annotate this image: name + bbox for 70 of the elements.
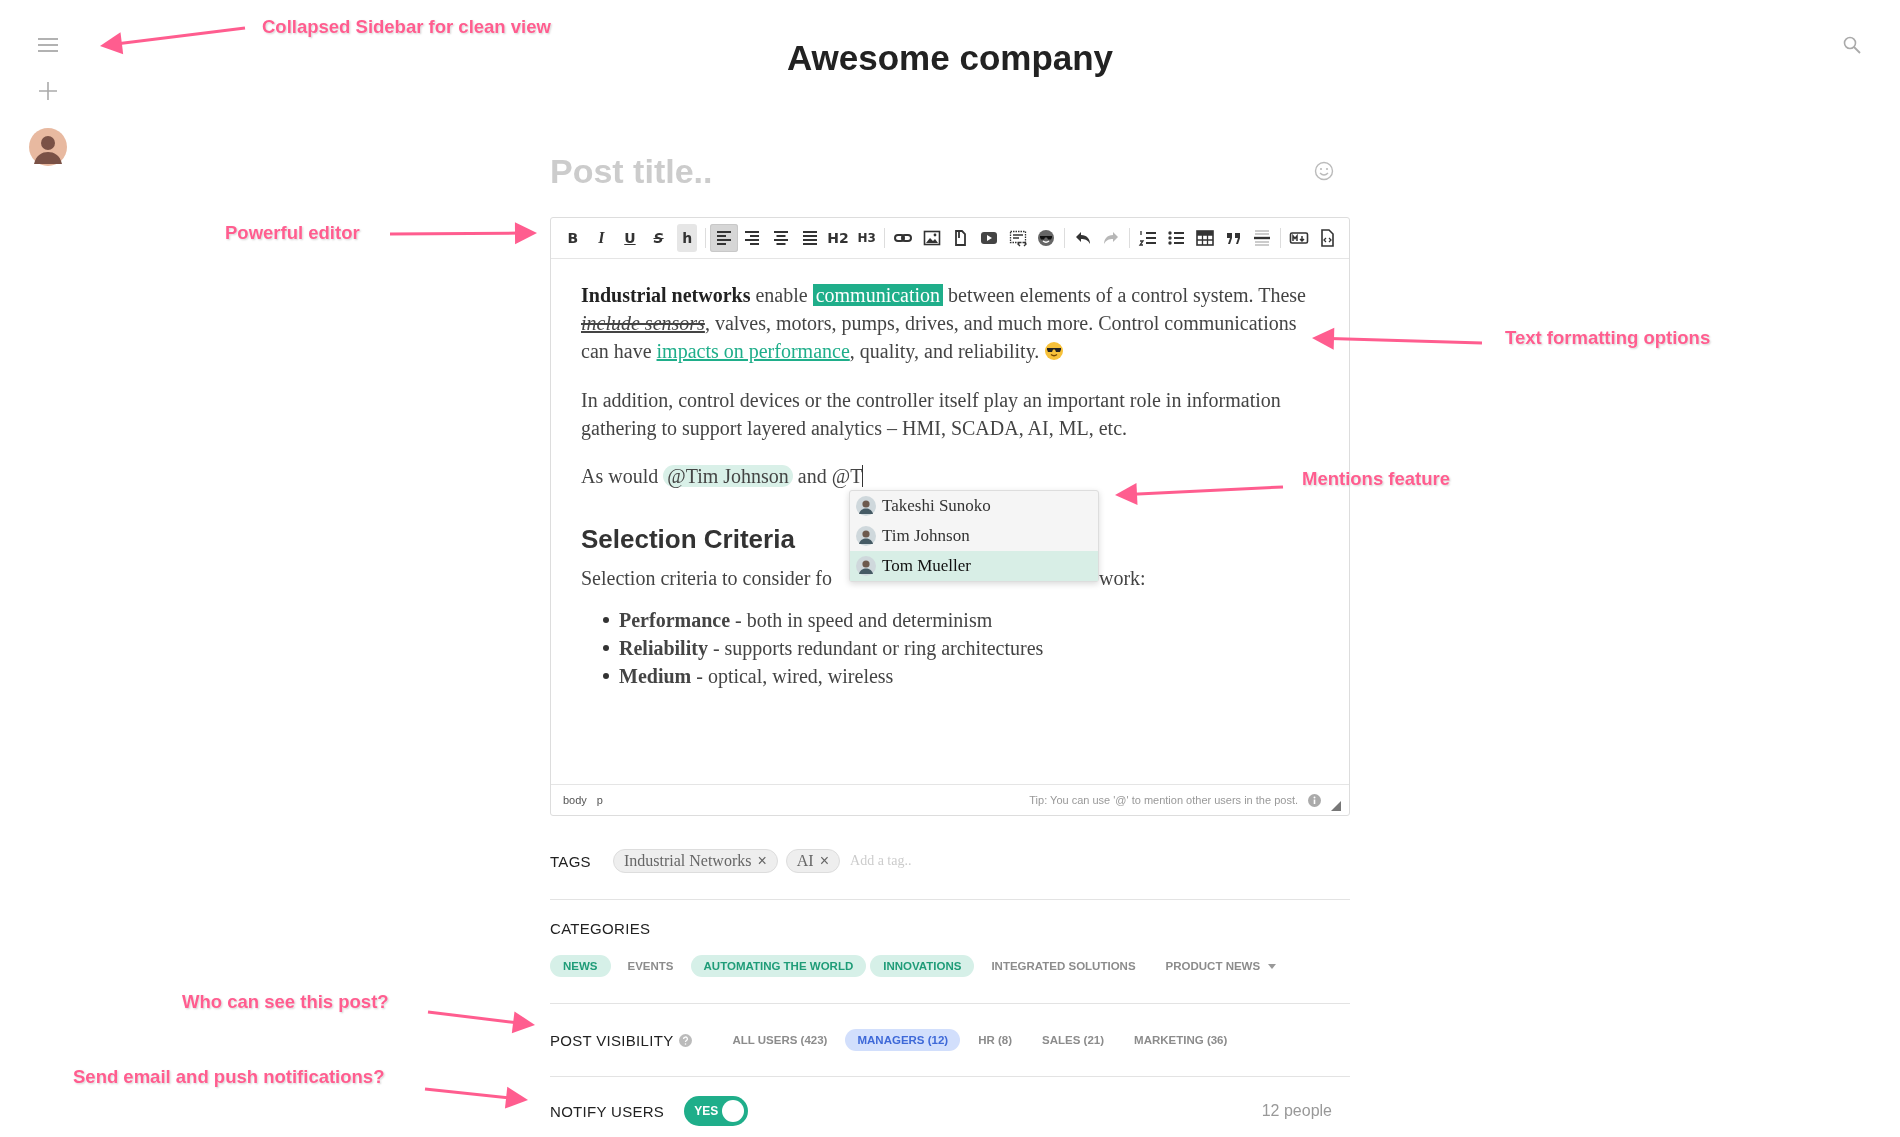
visibility-option[interactable]: ALL USERS (423) [720, 1029, 840, 1051]
sunglasses-smiley-icon [1044, 341, 1065, 361]
table-icon [1195, 228, 1215, 248]
image-icon [921, 228, 942, 248]
annotation-label: Mentions feature [1302, 468, 1451, 490]
visibility-option[interactable]: SALES (21) [1030, 1029, 1117, 1051]
text-link[interactable]: impacts on performance [656, 340, 850, 362]
heading-button[interactable]: H2 [824, 224, 852, 252]
annotation-label: Collapsed Sidebar for clean view [262, 16, 551, 38]
mention-option[interactable]: Tom Mueller [850, 551, 1098, 581]
visibility-option[interactable]: MARKETING (36) [1122, 1029, 1240, 1051]
subheading-button[interactable]: H3 [852, 224, 881, 252]
bullet-icon [603, 673, 609, 679]
body-text: work: [1099, 566, 1146, 591]
page-title: Awesome company [786, 37, 1114, 79]
align-left-button[interactable] [710, 224, 738, 252]
visibility-option[interactable]: HR (8) [966, 1029, 1025, 1051]
user-avatar-icon [856, 496, 876, 516]
list-item-text: Medium - optical, wired, wireless [619, 664, 894, 690]
bullet-list-icon [1166, 228, 1187, 248]
notify-toggle[interactable]: YES [684, 1096, 749, 1126]
info-icon [1308, 793, 1321, 807]
remove-tag-button[interactable]: × [757, 852, 767, 870]
tip-text: Tip: You can use '@' to mention other users in the post. [1029, 794, 1298, 806]
annotation-label: Text formatting options [1505, 327, 1711, 349]
paragraph-text: Industrial networks enable communication between elements of a control system. These include sensors, valves, motors, pumps, drives, and much more. Control communications can have impacts on performance, quality, and reliability. [581, 283, 1307, 365]
underline-button[interactable]: U [616, 224, 644, 252]
bullet-icon [603, 645, 609, 651]
category-chip[interactable]: NEWS [550, 955, 611, 977]
user-avatar-icon [856, 556, 876, 576]
tag-text: AI [796, 852, 814, 870]
strike-button[interactable]: S [644, 224, 673, 252]
mention-option[interactable]: Takeshi Sunoko [850, 491, 1098, 521]
element-path[interactable]: body [563, 794, 587, 806]
horizontal-rule-icon [1252, 228, 1273, 248]
emoji-icon [1036, 228, 1057, 248]
user-avatar-icon [856, 526, 876, 546]
category-chip[interactable]: INNOVATIONS [870, 955, 975, 977]
remove-tag-button[interactable]: × [819, 852, 830, 870]
bullet-icon [603, 617, 609, 623]
categories-label: CATEGORIES [550, 920, 652, 937]
body-text: Selection criteria to consider fo [581, 567, 832, 589]
paragraph-text: In addition, control devices or the controller itself play an important role in information gathering to support layered analytics – HMI, SCADA, AI, ML, etc. [581, 387, 1282, 442]
notify-label: NOTIFY USERS [550, 1102, 665, 1120]
list-item-text: Performance - both in speed and determinism [619, 608, 993, 634]
italic-button[interactable]: I [587, 224, 616, 252]
element-path[interactable]: p [596, 794, 603, 806]
annotation-label: Send email and push notifications? [73, 1066, 385, 1088]
visibility-label: POST VISIBILITY [550, 1031, 674, 1049]
tag-text: Industrial Networks [623, 852, 752, 870]
avatar-icon[interactable] [29, 128, 67, 166]
visibility-option[interactable]: MANAGERS (12) [845, 1029, 961, 1051]
highlight-button[interactable]: h [677, 224, 697, 252]
annotation-label: Who can see this post? [182, 991, 389, 1013]
numbered-list-icon [1137, 228, 1158, 248]
people-count: 12 people [1261, 1102, 1332, 1120]
category-chip[interactable]: AUTOMATING THE WORLD [690, 955, 867, 977]
category-chip[interactable]: EVENTS [614, 955, 687, 977]
caret-icon [1268, 963, 1277, 969]
bold-button[interactable]: B [559, 224, 587, 252]
category-chip[interactable]: INTEGRATED SOLUTIONS [978, 955, 1149, 977]
category-chip[interactable]: PRODUCT NEWS [1152, 955, 1290, 977]
mention-tag[interactable]: @Tim Johnson [663, 465, 793, 487]
mention-option[interactable]: Tim Johnson [850, 521, 1098, 551]
section-heading: Selection Criteria [581, 524, 795, 554]
list-item-text: Reliability - supports redundant or ring architectures [619, 636, 1044, 662]
embed-icon [1007, 228, 1028, 248]
resize-handle-icon[interactable] [1331, 801, 1341, 811]
annotation-label: Powerful editor [225, 222, 360, 244]
tags-label: TAGS [550, 852, 591, 870]
